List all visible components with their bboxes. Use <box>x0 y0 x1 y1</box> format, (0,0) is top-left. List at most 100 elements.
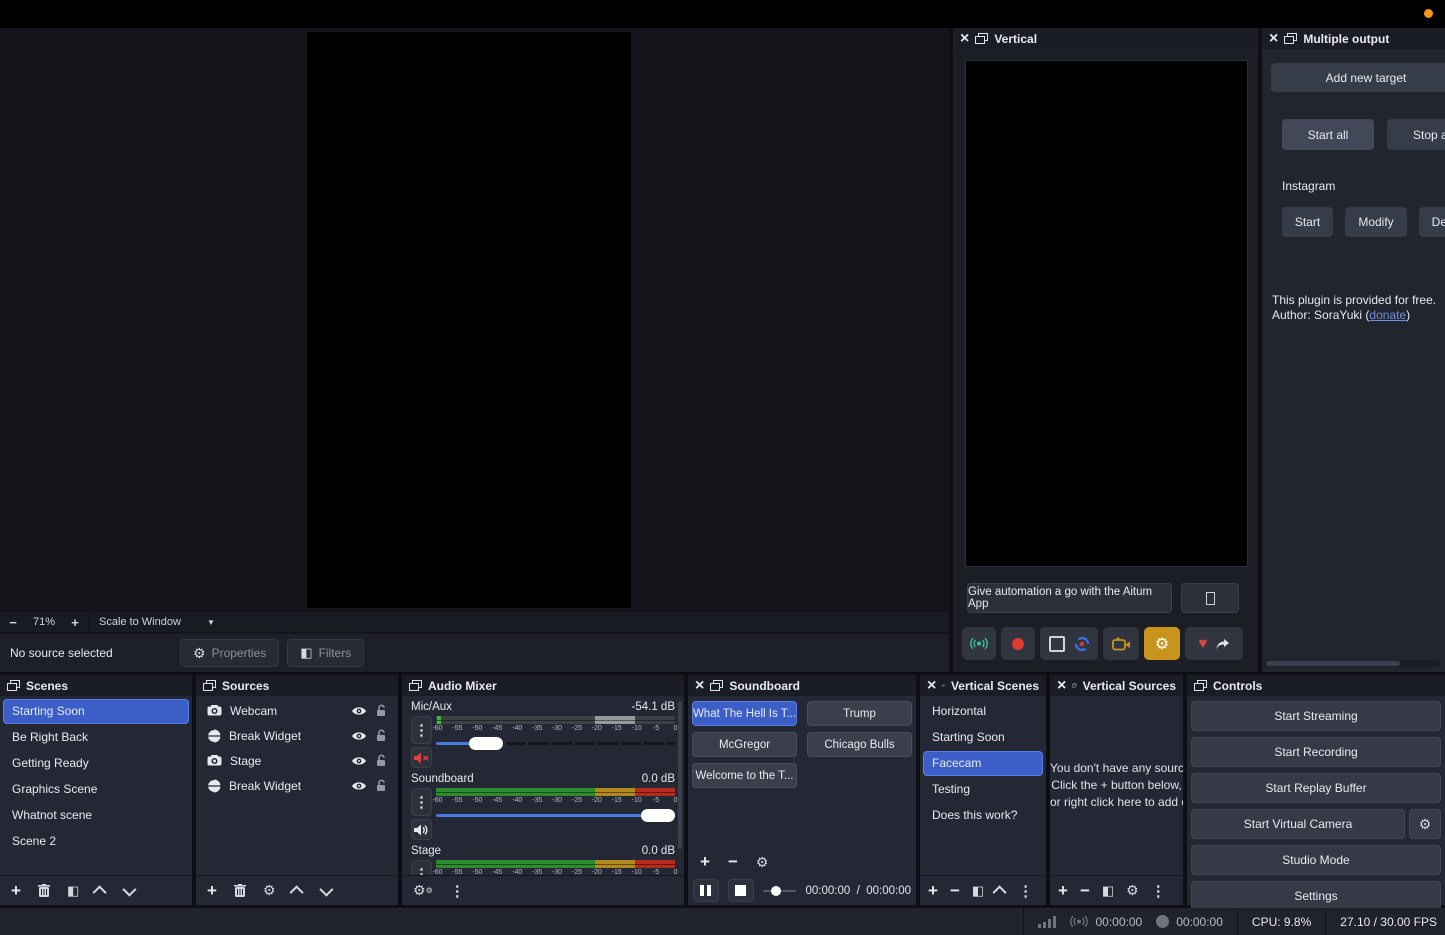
mixer-options-button[interactable]: ⋮ <box>411 716 432 744</box>
visibility-eye-icon[interactable] <box>351 730 367 742</box>
multiple-output-titlebar[interactable]: × Multiple output <box>1262 28 1445 49</box>
volume-slider-handle[interactable] <box>641 809 675 822</box>
scene-item[interactable]: Whatnot scene <box>3 803 189 828</box>
remove-source-button[interactable] <box>234 884 246 897</box>
sound-button[interactable]: McGregor <box>692 732 797 757</box>
vertical-scene-item[interactable]: Facecam <box>923 751 1043 776</box>
zoom-in-button[interactable]: + <box>62 615 88 630</box>
vertical-backtrack-virtualcam-button[interactable] <box>1040 627 1098 660</box>
move-vertical-scene-up-button[interactable] <box>996 886 1006 896</box>
start-virtual-camera-button[interactable]: Start Virtual Camera <box>1191 809 1405 839</box>
studio-mode-button[interactable]: Studio Mode <box>1191 845 1441 875</box>
aitum-app-button[interactable] <box>1181 583 1239 613</box>
vertical-scene-item[interactable]: Testing <box>923 777 1043 802</box>
scale-mode-dropdown[interactable]: Scale to Window ▼ <box>88 612 225 632</box>
move-source-down-button[interactable] <box>320 886 330 896</box>
close-icon[interactable]: × <box>1269 32 1278 46</box>
mute-button[interactable] <box>411 819 432 840</box>
add-scene-button[interactable]: + <box>11 881 21 901</box>
close-icon[interactable]: × <box>960 32 969 46</box>
target-delete-button[interactable]: Delete <box>1419 207 1445 237</box>
scene-item[interactable]: Be Right Back <box>3 725 189 750</box>
target-modify-button[interactable]: Modify <box>1345 207 1407 237</box>
vertical-support-button[interactable]: ♥ <box>1185 627 1243 660</box>
vertical-dock-titlebar[interactable]: × Vertical <box>953 28 1258 49</box>
volume-slider[interactable] <box>436 809 675 822</box>
vertical-settings-button[interactable]: ⚙ <box>1144 627 1180 660</box>
horizontal-scrollbar[interactable] <box>1264 660 1440 667</box>
advanced-audio-button[interactable]: ⚙⚙ <box>413 882 433 899</box>
mixer-options-button[interactable]: ⋮ <box>411 788 432 816</box>
volume-slider[interactable] <box>436 737 675 750</box>
lock-icon[interactable] <box>375 729 387 742</box>
stop-all-button[interactable]: Stop all <box>1387 119 1445 150</box>
start-recording-button[interactable]: Start Recording <box>1191 737 1441 767</box>
visibility-eye-icon[interactable] <box>351 755 367 767</box>
sources-titlebar[interactable]: Sources <box>196 675 398 696</box>
virtual-camera-config-button[interactable]: ⚙ <box>1409 809 1441 839</box>
add-source-button[interactable]: + <box>207 881 217 901</box>
source-properties-button[interactable]: ⚙ <box>263 882 276 899</box>
properties-button[interactable]: ⚙ Properties <box>180 639 279 667</box>
source-item[interactable]: Break Widget <box>199 723 395 748</box>
sound-button[interactable]: Trump <box>807 701 912 726</box>
zoom-out-button[interactable]: − <box>0 615 26 630</box>
vertical-scrollbar[interactable] <box>678 701 682 849</box>
close-icon[interactable]: × <box>1057 679 1066 693</box>
add-vertical-scene-button[interactable]: + <box>928 881 938 901</box>
sound-button[interactable]: What The Hell Is T... <box>692 701 797 726</box>
source-item[interactable]: Stage <box>199 748 395 773</box>
add-new-target-button[interactable]: Add new target <box>1271 63 1445 92</box>
volume-slider-handle[interactable] <box>469 737 503 750</box>
stop-button[interactable] <box>728 879 754 902</box>
scene-item[interactable]: Starting Soon <box>3 699 189 724</box>
visibility-eye-icon[interactable] <box>351 705 367 717</box>
sound-button[interactable]: Welcome to the T... <box>692 763 797 788</box>
vertical-record-button[interactable] <box>1001 627 1035 660</box>
close-icon[interactable]: × <box>927 679 936 693</box>
vertical-sources-menu-button[interactable]: ⋮ <box>1151 882 1166 900</box>
remove-sound-button[interactable]: − <box>728 852 738 872</box>
lock-icon[interactable] <box>375 704 387 717</box>
close-icon[interactable]: × <box>695 679 704 693</box>
scene-item[interactable]: Getting Ready <box>3 751 189 776</box>
start-streaming-button[interactable]: Start Streaming <box>1191 701 1441 731</box>
aitum-promo-button[interactable]: Give automation a go with the Aitum App <box>967 583 1172 613</box>
scrollbar-thumb[interactable] <box>1266 661 1400 666</box>
vertical-scene-item[interactable]: Horizontal <box>923 699 1043 724</box>
scene-item[interactable]: Graphics Scene <box>3 777 189 802</box>
remove-scene-button[interactable] <box>38 884 50 897</box>
move-scene-up-button[interactable] <box>96 886 106 896</box>
vertical-scene-filters-button[interactable]: ◧ <box>972 883 984 899</box>
source-item[interactable]: Webcam <box>199 698 395 723</box>
add-vertical-source-button[interactable]: + <box>1058 881 1068 901</box>
vertical-canvas[interactable] <box>965 60 1248 567</box>
sound-button[interactable]: Chicago Bulls <box>807 732 912 757</box>
donate-link[interactable]: donate <box>1369 308 1406 322</box>
controls-titlebar[interactable]: Controls <box>1187 675 1445 696</box>
vertical-source-properties-button[interactable]: ⚙ <box>1126 882 1139 899</box>
source-item[interactable]: Break Widget <box>199 773 395 798</box>
visibility-eye-icon[interactable] <box>351 780 367 792</box>
vertical-screenshot-button[interactable] <box>1103 627 1139 660</box>
lock-icon[interactable] <box>375 754 387 767</box>
mixer-options-button[interactable]: ⋮ <box>411 860 432 876</box>
lock-icon[interactable] <box>375 779 387 792</box>
vertical-scenes-menu-button[interactable]: ⋮ <box>1018 882 1033 900</box>
soundboard-titlebar[interactable]: × Soundboard <box>688 675 916 696</box>
pause-button[interactable] <box>693 879 719 902</box>
vertical-source-filters-button[interactable]: ◧ <box>1102 883 1114 899</box>
remove-vertical-scene-button[interactable]: − <box>950 881 960 901</box>
vertical-scenes-titlebar[interactable]: × Vertical Scenes <box>920 675 1046 696</box>
move-scene-down-button[interactable] <box>123 886 133 896</box>
program-canvas[interactable] <box>307 32 631 608</box>
audio-mixer-titlebar[interactable]: Audio Mixer <box>402 675 684 696</box>
target-start-button[interactable]: Start <box>1282 207 1333 237</box>
vertical-sources-titlebar[interactable]: × Vertical Sources <box>1050 675 1183 696</box>
soundboard-volume-slider[interactable] <box>763 886 797 896</box>
vertical-stream-button[interactable] <box>962 627 996 660</box>
mixer-menu-button[interactable]: ⋮ <box>450 882 465 900</box>
settings-button[interactable]: Settings <box>1191 881 1441 911</box>
filters-button[interactable]: ◧ Filters <box>287 639 364 667</box>
vertical-scene-item[interactable]: Starting Soon <box>923 725 1043 750</box>
